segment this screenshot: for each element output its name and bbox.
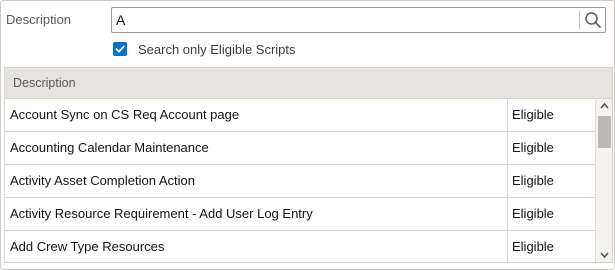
row-status: Eligible	[512, 140, 554, 155]
eligible-only-label[interactable]: Search only Eligible Scripts	[138, 42, 296, 57]
row-description: Add Crew Type Resources	[10, 239, 165, 254]
table-header: Description	[5, 68, 612, 99]
description-label: Description	[6, 12, 72, 27]
search-icon[interactable]	[584, 11, 602, 29]
cell-divider	[507, 99, 508, 131]
search-input[interactable]	[116, 10, 576, 30]
chevron-up-icon[interactable]	[599, 101, 610, 111]
description-search-field[interactable]	[111, 7, 606, 33]
table-row[interactable]: Accounting Calendar Maintenance Eligible	[5, 132, 595, 165]
table-row[interactable]: Activity Asset Completion Action Eligibl…	[5, 165, 595, 198]
row-description: Activity Resource Requirement - Add User…	[10, 206, 313, 221]
table-row[interactable]: Add Crew Type Resources Eligible	[5, 231, 595, 262]
chevron-down-icon[interactable]	[599, 250, 610, 260]
row-status: Eligible	[512, 173, 554, 188]
cell-divider	[507, 231, 508, 262]
scripts-table: Description Account Sync on CS Req Accou…	[4, 67, 613, 263]
row-description: Account Sync on CS Req Account page	[10, 107, 240, 122]
row-status: Eligible	[512, 107, 554, 122]
row-status: Eligible	[512, 239, 554, 254]
row-description: Accounting Calendar Maintenance	[10, 140, 209, 155]
checkmark-icon	[115, 45, 125, 53]
table-row[interactable]: Account Sync on CS Req Account page Elig…	[5, 99, 595, 132]
scrollbar-thumb[interactable]	[598, 116, 611, 148]
table-scrollbar[interactable]	[595, 99, 612, 262]
row-description: Activity Asset Completion Action	[10, 173, 195, 188]
cell-divider	[507, 132, 508, 164]
dialog-frame: Description Search only Eligible Scripts…	[0, 0, 615, 270]
search-divider	[579, 11, 580, 29]
cell-divider	[507, 198, 508, 230]
table-row[interactable]: Activity Resource Requirement - Add User…	[5, 198, 595, 231]
column-header-description[interactable]: Description	[13, 76, 76, 90]
row-status: Eligible	[512, 206, 554, 221]
cell-divider	[507, 165, 508, 197]
table-body: Account Sync on CS Req Account page Elig…	[5, 99, 595, 262]
eligible-only-checkbox[interactable]	[113, 42, 127, 56]
